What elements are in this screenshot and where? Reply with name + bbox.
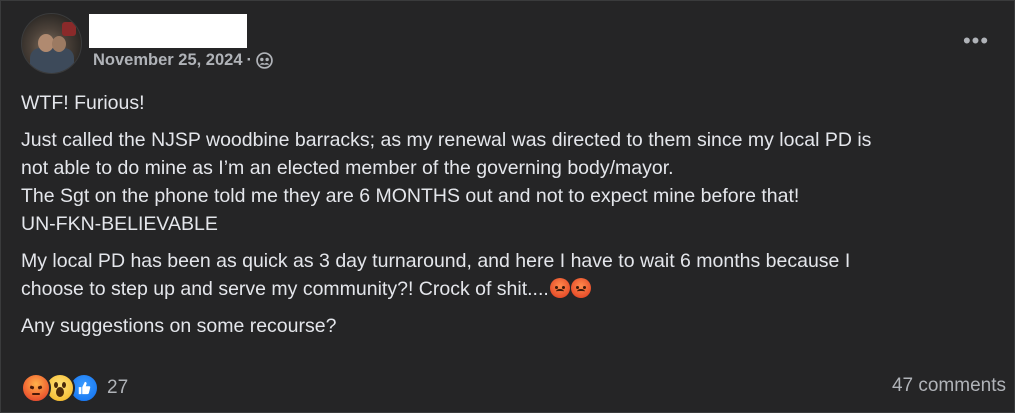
more-options-button[interactable]: •••	[958, 28, 994, 54]
group-icon[interactable]	[256, 51, 274, 69]
angry-reaction-icon	[21, 373, 51, 403]
angry-face-emoji	[570, 278, 591, 298]
post-body: WTF! Furious! Just called the NJSP woodb…	[21, 89, 996, 340]
post-line: My local PD has been as quick as 3 day t…	[21, 250, 851, 272]
post-paragraph-4: Any suggestions on some recourse?	[21, 315, 337, 337]
post-line: UN-FKN-BELIEVABLE	[21, 213, 218, 235]
reaction-count[interactable]: 27	[107, 377, 128, 399]
post-line: choose to step up and serve my community…	[21, 278, 549, 300]
post-paragraph-1: WTF! Furious!	[21, 92, 145, 114]
comments-count-link[interactable]: 47 comments	[892, 375, 1006, 397]
meta-separator: ·	[246, 50, 253, 69]
post-paragraph-3: My local PD has been as quick as 3 day t…	[21, 247, 996, 303]
ellipsis-icon: •••	[962, 28, 990, 53]
post-line: Just called the NJSP woodbine barracks; …	[21, 129, 872, 151]
reactions-summary[interactable]: 27	[21, 373, 128, 403]
post-date[interactable]: November 25, 2024	[93, 51, 243, 70]
angry-face-emoji	[549, 278, 570, 298]
post-meta: November 25, 2024 ·	[93, 49, 274, 71]
redacted-author-name	[89, 14, 247, 48]
post-footer: 27 47 comments	[21, 373, 1006, 403]
post-card: November 25, 2024 · ••• WTF! Furious! Ju…	[0, 0, 1015, 413]
post-line: The Sgt on the phone told me they are 6 …	[21, 185, 800, 207]
post-paragraph-2: Just called the NJSP woodbine barracks; …	[21, 126, 996, 238]
post-line: not able to do mine as I’m an elected me…	[21, 157, 674, 179]
profile-avatar[interactable]	[21, 13, 82, 74]
